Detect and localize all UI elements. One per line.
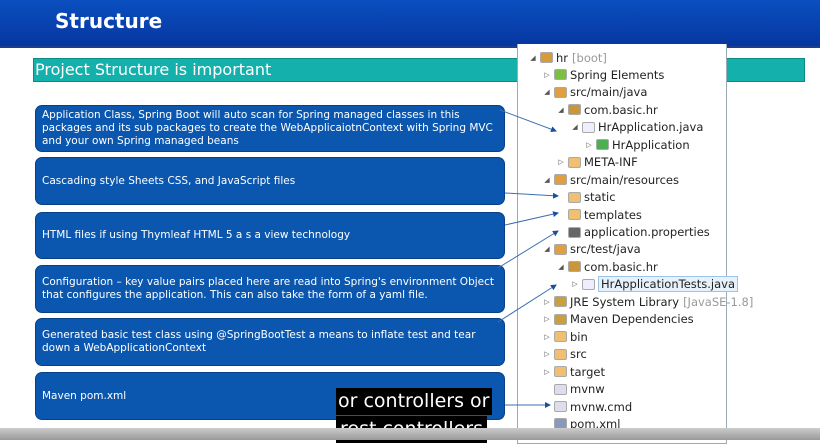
arrow-to-hrapplication <box>499 109 557 133</box>
arrow-to-properties <box>497 230 559 269</box>
connector-arrows <box>497 109 559 408</box>
arrow-to-tests <box>497 284 557 323</box>
arrow-to-templates <box>504 211 559 226</box>
video-bottom-bar <box>0 428 820 440</box>
subtitle-caption-line1: or controllers or <box>336 388 492 415</box>
arrow-to-static <box>504 192 559 199</box>
